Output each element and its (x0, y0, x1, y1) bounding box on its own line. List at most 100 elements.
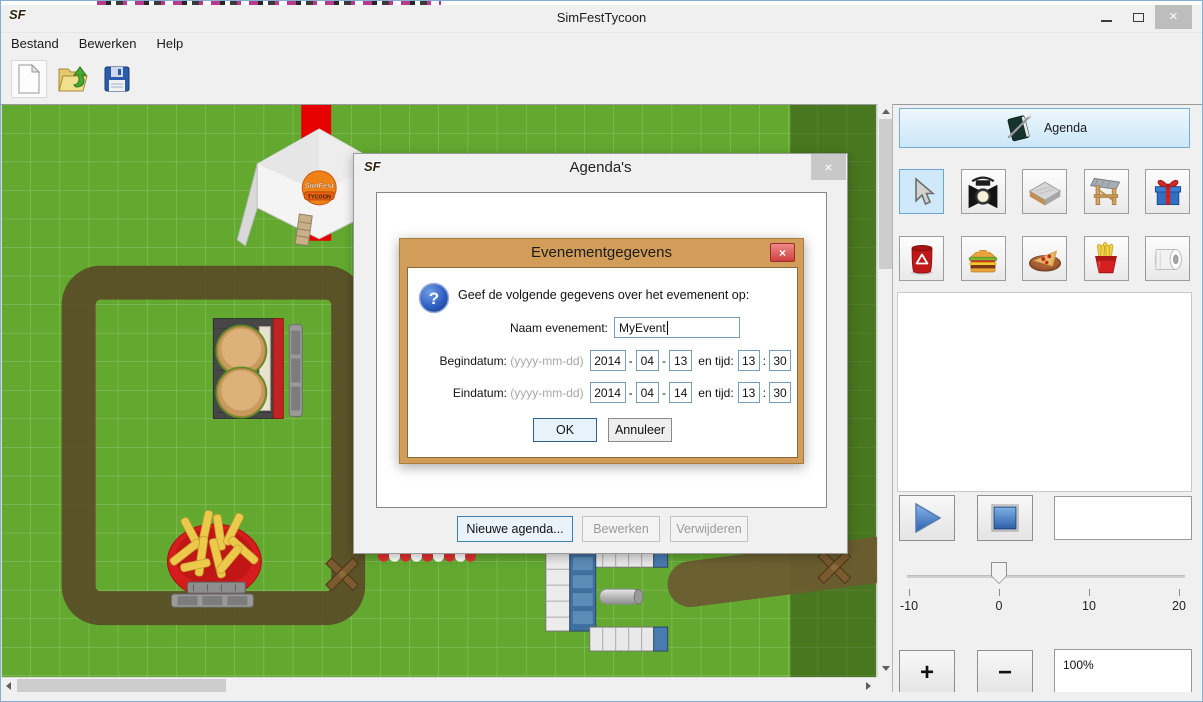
end-month-input[interactable]: 04 (636, 382, 659, 403)
event-dialog-panel: ? Geef de volgende gegevens over het eve… (407, 267, 798, 458)
maximize-button[interactable] (1123, 5, 1153, 29)
tool-toilet-paper[interactable] (1145, 236, 1190, 281)
begin-day-input[interactable]: 13 (669, 350, 692, 371)
ok-button[interactable]: OK (533, 418, 597, 442)
recycle-bin-icon (904, 241, 940, 277)
arrow-down-icon (882, 666, 890, 671)
tool-stage-platform[interactable] (1022, 169, 1067, 214)
event-name-value: MyEvent (619, 321, 666, 335)
date-format-hint: (yyyy-mm-dd) (510, 354, 583, 368)
hamburger-icon (964, 240, 1002, 278)
speed-slider-thumb[interactable] (991, 562, 1007, 584)
end-hour-input[interactable]: 13 (738, 382, 760, 403)
scroll-right-button[interactable] (861, 678, 876, 693)
menu-bewerken[interactable]: Bewerken (69, 33, 147, 55)
tent-logo-text-1: SimFest (305, 181, 335, 190)
brown-path-right[interactable] (691, 557, 877, 584)
toolbar (1, 54, 1202, 104)
slider-tick (909, 589, 910, 596)
window-title: SimFestTycoon (1, 5, 1202, 30)
zoom-out-button[interactable]: − (977, 650, 1033, 695)
begin-minute-input[interactable]: 30 (769, 350, 791, 371)
end-date-label: Eindatum: (453, 386, 507, 400)
begin-date-row: Begindatum: (yyyy-mm-dd) 2014 - 04 - 13 … (414, 350, 791, 371)
menu-help[interactable]: Help (147, 33, 194, 55)
begin-year-input[interactable]: 2014 (590, 350, 626, 371)
agendas-dialog-close-button[interactable]: × (811, 154, 846, 180)
playback-display (1054, 496, 1192, 540)
minimize-button[interactable] (1091, 5, 1121, 29)
open-file-icon (56, 63, 90, 95)
end-year-input[interactable]: 2014 (590, 382, 626, 403)
menu-bestand[interactable]: Bestand (1, 33, 69, 55)
close-button[interactable]: × (1155, 5, 1192, 29)
delete-agenda-button[interactable]: Verwijderen (670, 516, 748, 542)
event-dialog-close-button[interactable]: × (770, 243, 795, 262)
new-file-button[interactable] (11, 60, 47, 98)
arrow-left-icon (6, 682, 11, 690)
window-bottom-strip (1, 692, 1202, 702)
open-file-button[interactable] (55, 60, 91, 98)
minus-icon: − (998, 661, 1012, 685)
event-dialog: Evenementgegevens × ? Geef de volgende g… (399, 238, 804, 464)
vertical-scroll-thumb[interactable] (879, 119, 892, 269)
arrow-right-icon (866, 682, 871, 690)
slider-label-0: 0 (979, 599, 1019, 613)
tool-gate-scaffold[interactable] (1084, 169, 1129, 214)
minimize-icon (1101, 20, 1112, 22)
event-name-row: Naam evenement: MyEvent (414, 317, 791, 338)
pizza-icon (1026, 240, 1064, 278)
cancel-button[interactable]: Annuleer (608, 418, 672, 442)
bench-horizontal[interactable] (171, 594, 253, 607)
tool-select-cursor[interactable] (899, 169, 944, 214)
agenda-list-panel (897, 292, 1192, 492)
end-day-input[interactable]: 14 (669, 382, 692, 403)
bench-vertical[interactable] (289, 325, 302, 417)
play-button[interactable] (899, 495, 955, 541)
app-window: SF SimFestTycoon × Bestand Bewerken Help (0, 0, 1203, 702)
fries-icon (1087, 240, 1125, 278)
zoom-level-box: 100% (1054, 649, 1192, 694)
slider-tick (1179, 589, 1180, 596)
scroll-up-button[interactable] (878, 104, 893, 119)
hamburger-stand[interactable] (213, 319, 283, 419)
horizontal-scroll-thumb[interactable] (17, 679, 226, 692)
horizontal-scrollbar[interactable] (1, 677, 877, 692)
agendas-dialog-titlebar[interactable]: SF Agenda's × (354, 154, 847, 182)
zoom-in-button[interactable]: + (899, 650, 955, 695)
metal-cylinder[interactable] (600, 589, 643, 604)
tool-fries[interactable] (1084, 236, 1129, 281)
date-separator: - (629, 386, 633, 400)
slider-label-neg10: -10 (889, 599, 929, 613)
tool-recycle-bin[interactable] (899, 236, 944, 281)
new-agenda-button[interactable]: Nieuwe agenda... (457, 516, 573, 542)
zoom-level-value: 100% (1055, 650, 1191, 672)
stop-button[interactable] (977, 495, 1033, 541)
date-separator: - (629, 354, 633, 368)
event-name-label: Naam evenement: (414, 321, 614, 335)
event-buttons-row: OK Annuleer (414, 418, 791, 442)
stop-icon (991, 504, 1019, 532)
slider-label-10: 10 (1069, 599, 1109, 613)
event-name-input[interactable]: MyEvent (614, 317, 740, 338)
menu-bar: Bestand Bewerken Help (1, 32, 1202, 54)
text-caret (667, 321, 668, 335)
begin-month-input[interactable]: 04 (636, 350, 659, 371)
tool-pizza[interactable] (1022, 236, 1067, 281)
slider-thumb-top (991, 562, 1007, 576)
begin-hour-input[interactable]: 13 (738, 350, 760, 371)
plus-icon: + (920, 661, 934, 685)
edit-agenda-button[interactable]: Bewerken (582, 516, 660, 542)
vertical-scrollbar[interactable] (877, 104, 892, 677)
save-file-button[interactable] (99, 60, 135, 98)
scroll-down-button[interactable] (878, 661, 893, 676)
tool-hamburger[interactable] (961, 236, 1006, 281)
scroll-left-button[interactable] (1, 678, 16, 693)
play-icon (912, 502, 942, 534)
tool-gift[interactable] (1145, 169, 1190, 214)
end-minute-input[interactable]: 30 (769, 382, 791, 403)
agenda-button[interactable]: Agenda (899, 108, 1190, 148)
speed-slider-track[interactable] (907, 575, 1185, 578)
tool-spotlight[interactable] (961, 169, 1006, 214)
begin-date-label-group: Begindatum: (yyyy-mm-dd) (414, 354, 590, 368)
